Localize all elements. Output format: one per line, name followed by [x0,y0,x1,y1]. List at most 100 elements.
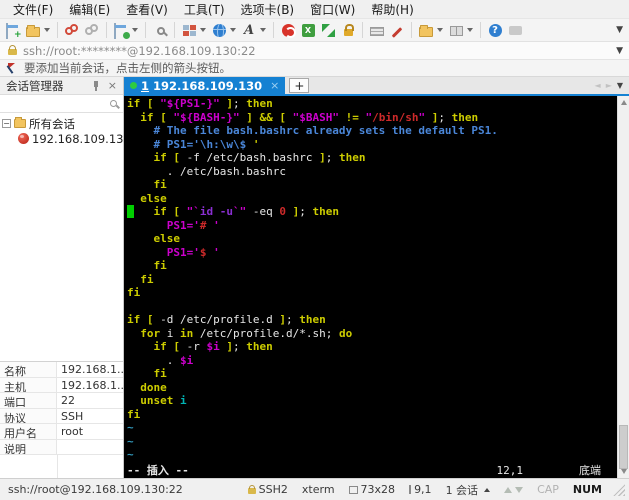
reconnect-icon[interactable] [83,21,101,39]
terminal-line: if [ -r $i ]; then [153,340,273,353]
cursor-label: 9,1 [414,483,432,496]
terminal-screen[interactable]: if [ "${PS1-}" ]; then if [ "${BASH-}" ]… [124,96,617,478]
vim-position: 底端 [579,463,601,477]
scrollbar-track[interactable] [618,109,629,469]
menu-view[interactable]: 查看(V) [119,0,175,19]
tab-bar: 1 192.168.109.130 × + ◄ ► ▼ [124,77,629,94]
font-dropdown-icon[interactable] [260,28,266,32]
sessions-dropdown-icon[interactable] [484,487,491,492]
file-transfer-icon[interactable] [279,21,297,39]
tree-session-item[interactable]: 192.168.109.130 [0,131,123,146]
toolbar: + A X ? ▼ [0,18,629,41]
protocol-label: SSH2 [258,483,288,496]
search-icon[interactable] [110,100,117,107]
separator [174,22,175,38]
xshell-window: 文件(F) 编辑(E) 查看(V) 工具(T) 选项卡(B) 窗口(W) 帮助(… [0,0,629,500]
properties-dropdown-icon[interactable] [132,28,138,32]
virtual-keyboard-icon[interactable] [368,21,386,39]
terminal-line: fi [140,272,154,286]
prop-label-protocol: 协议 [0,408,57,423]
disconnect-icon[interactable] [63,21,81,39]
terminal-line: # The file bash.bashrc already sets the … [127,124,498,137]
session-properties-icon[interactable] [112,21,130,39]
prop-value-port: 22 [61,394,75,407]
layout-dropdown-icon[interactable] [200,28,206,32]
lock-screen-icon[interactable] [339,21,357,39]
tree-root-all-sessions[interactable]: − 所有会话 [0,116,123,131]
prop-label-description: 说明 [0,439,57,454]
address-dropdown-icon[interactable]: ▼ [614,46,625,56]
address-input[interactable]: ssh://root:********@192.168.109.130:22 [23,44,614,58]
scroll-up-icon[interactable] [618,96,629,109]
terminal-line: if [ "`id -u`" -eq 0 ]; then [127,205,617,219]
cursor-position-icon [409,485,412,494]
panes-icon[interactable] [447,21,465,39]
encoding-dropdown-icon[interactable] [230,28,236,32]
prop-value-protocol: SSH [61,409,84,423]
encoding-globe-icon[interactable] [210,21,228,39]
tab-scroll-left-icon[interactable]: ◄ [595,81,601,90]
menu-edit[interactable]: 编辑(E) [62,0,117,19]
new-session-icon[interactable]: + [4,21,22,39]
add-session-arrow-icon[interactable] [8,62,18,74]
tab-session-active[interactable]: 1 192.168.109.130 × [124,77,286,94]
tab-close-icon[interactable]: × [270,79,279,92]
close-panel-icon[interactable]: × [105,79,120,92]
menu-tab[interactable]: 选项卡(B) [234,0,302,19]
menu-help[interactable]: 帮助(H) [364,0,420,19]
next-session-icon[interactable] [515,486,524,493]
new-tab-button[interactable]: + [289,78,310,93]
prev-session-icon[interactable] [504,486,513,493]
open-folder-icon[interactable] [24,21,42,39]
terminal-line: ~ [127,421,134,434]
menu-tools[interactable]: 工具(T) [177,0,232,19]
fullscreen-icon[interactable] [319,21,337,39]
compose-pen-icon[interactable] [388,21,406,39]
terminal-scrollbar[interactable] [617,96,629,478]
font-icon[interactable]: A [240,21,258,39]
scrollbar-thumb[interactable] [619,425,628,469]
prop-value-host: 192.168.1... [61,378,123,392]
log-dropdown-icon[interactable] [437,28,443,32]
separator [57,22,58,38]
toolbar-overflow-icon[interactable]: ▼ [616,25,625,35]
prop-label-name: 名称 [0,362,57,377]
help-icon[interactable]: ? [486,21,504,39]
tab-scroll-right-icon[interactable]: ► [606,81,612,90]
caps-lock-indicator: CAP [537,483,559,496]
tree-root-label: 所有会话 [29,116,75,131]
panes-dropdown-icon[interactable] [467,28,473,32]
session-search-input[interactable] [4,97,110,110]
tab-list-dropdown-icon[interactable]: ▼ [617,81,623,90]
menu-window[interactable]: 窗口(W) [303,0,362,19]
terminal-line: . $i [127,353,194,367]
session-manager-title: 会话管理器 [6,78,64,93]
session-nav [497,486,530,493]
status-sessions[interactable]: 1 会话 [439,482,498,498]
size-icon [348,485,358,494]
panel-filler [0,455,123,478]
table-row: 说明 [0,439,123,455]
menu-file[interactable]: 文件(F) [6,0,60,19]
layout-icon[interactable] [180,21,198,39]
address-lock-icon [8,45,17,55]
session-search-bar [0,95,123,113]
log-folder-icon[interactable] [417,21,435,39]
resize-grip[interactable] [613,483,625,496]
xagent-icon[interactable]: X [299,21,317,39]
size-label: 73x28 [360,483,396,496]
table-row: 名称 192.168.1... [0,362,123,378]
open-dropdown-icon[interactable] [44,28,50,32]
prop-value-description [57,440,123,455]
separator [480,22,481,38]
separator [106,22,107,38]
tab-spacer [309,77,594,94]
ssh-lock-icon [247,485,256,494]
session-manager-header: 会话管理器 × [0,77,123,95]
collapse-icon[interactable]: − [2,119,11,128]
find-icon[interactable] [151,21,169,39]
feedback-icon[interactable] [506,21,524,39]
table-row: 端口 22 [0,393,123,409]
term-type-label: xterm [301,483,335,496]
pin-panel-icon[interactable] [91,80,101,91]
